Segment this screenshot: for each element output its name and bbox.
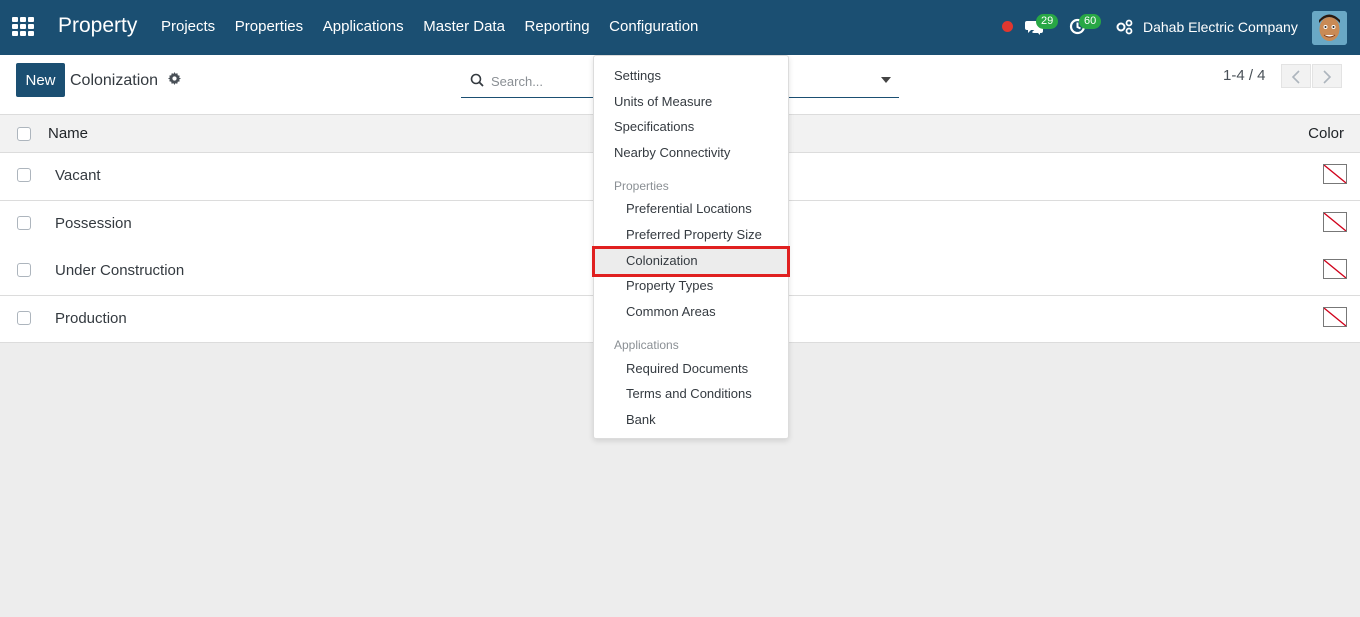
gear-icon[interactable] [168,72,181,85]
app-brand[interactable]: Property [58,14,137,38]
menu-reporting[interactable]: Reporting [525,18,590,35]
menu-item-common-areas[interactable]: Common Areas [626,304,716,319]
color-swatch[interactable] [1323,307,1347,327]
pager-value[interactable]: 1-4 / 4 [1223,67,1266,84]
menu-item-terms-and-conditions[interactable]: Terms and Conditions [626,386,752,401]
search-icon [470,73,484,87]
company-name[interactable]: Dahab Electric Company [1143,19,1298,35]
column-header-name[interactable]: Name [48,125,88,142]
select-all-checkbox[interactable] [17,127,31,141]
configuration-dropdown: Settings Units of Measure Specifications… [592,55,790,439]
activity-count-badge: 60 [1079,14,1102,29]
page-title: Colonization [70,72,159,89]
row-checkbox[interactable] [17,168,31,182]
chevron-right-icon [1323,70,1332,84]
menu-item-colonization[interactable]: Colonization [626,253,698,268]
column-header-color[interactable]: Color [1308,125,1344,142]
menu-item-bank[interactable]: Bank [626,412,656,427]
menu-section-properties: Properties [614,179,669,193]
chat-count-badge: 29 [1036,14,1059,29]
pager-next-button[interactable] [1312,64,1342,88]
new-button[interactable]: New [16,63,65,97]
menu-projects[interactable]: Projects [161,18,215,35]
row-name: Possession [55,215,132,232]
row-checkbox[interactable] [17,216,31,230]
color-swatch[interactable] [1323,212,1347,232]
user-avatar[interactable] [1312,11,1347,45]
search-input[interactable] [491,70,591,92]
color-swatch[interactable] [1323,259,1347,279]
chevron-left-icon [1291,70,1300,84]
main-menu: Projects Properties Applications Master … [161,18,718,35]
search-options-caret-icon[interactable] [881,77,891,83]
row-name: Vacant [55,167,101,184]
menu-configuration[interactable]: Configuration [609,18,698,35]
menu-item-settings[interactable]: Settings [614,68,661,83]
menu-item-property-types[interactable]: Property Types [626,278,713,293]
menu-properties[interactable]: Properties [235,18,303,35]
row-checkbox[interactable] [17,263,31,277]
menu-item-units-of-measure[interactable]: Units of Measure [614,94,712,109]
menu-master-data[interactable]: Master Data [423,18,505,35]
company-switch-icon[interactable] [1116,19,1133,35]
app-grid-icon[interactable] [12,17,34,37]
row-name: Under Construction [55,262,185,279]
row-checkbox[interactable] [17,311,31,325]
menu-section-applications: Applications [614,338,679,352]
recording-dot-icon[interactable] [1002,21,1013,32]
menu-item-preferred-property-size[interactable]: Preferred Property Size [626,227,762,242]
pager-previous-button[interactable] [1281,64,1311,88]
menu-item-preferential-locations[interactable]: Preferential Locations [626,201,752,216]
menu-item-specifications[interactable]: Specifications [614,119,694,134]
menu-item-required-documents[interactable]: Required Documents [626,361,748,376]
row-name: Production [55,310,127,327]
color-swatch[interactable] [1323,164,1347,184]
menu-applications[interactable]: Applications [323,18,404,35]
menu-item-nearby-connectivity[interactable]: Nearby Connectivity [614,145,730,160]
